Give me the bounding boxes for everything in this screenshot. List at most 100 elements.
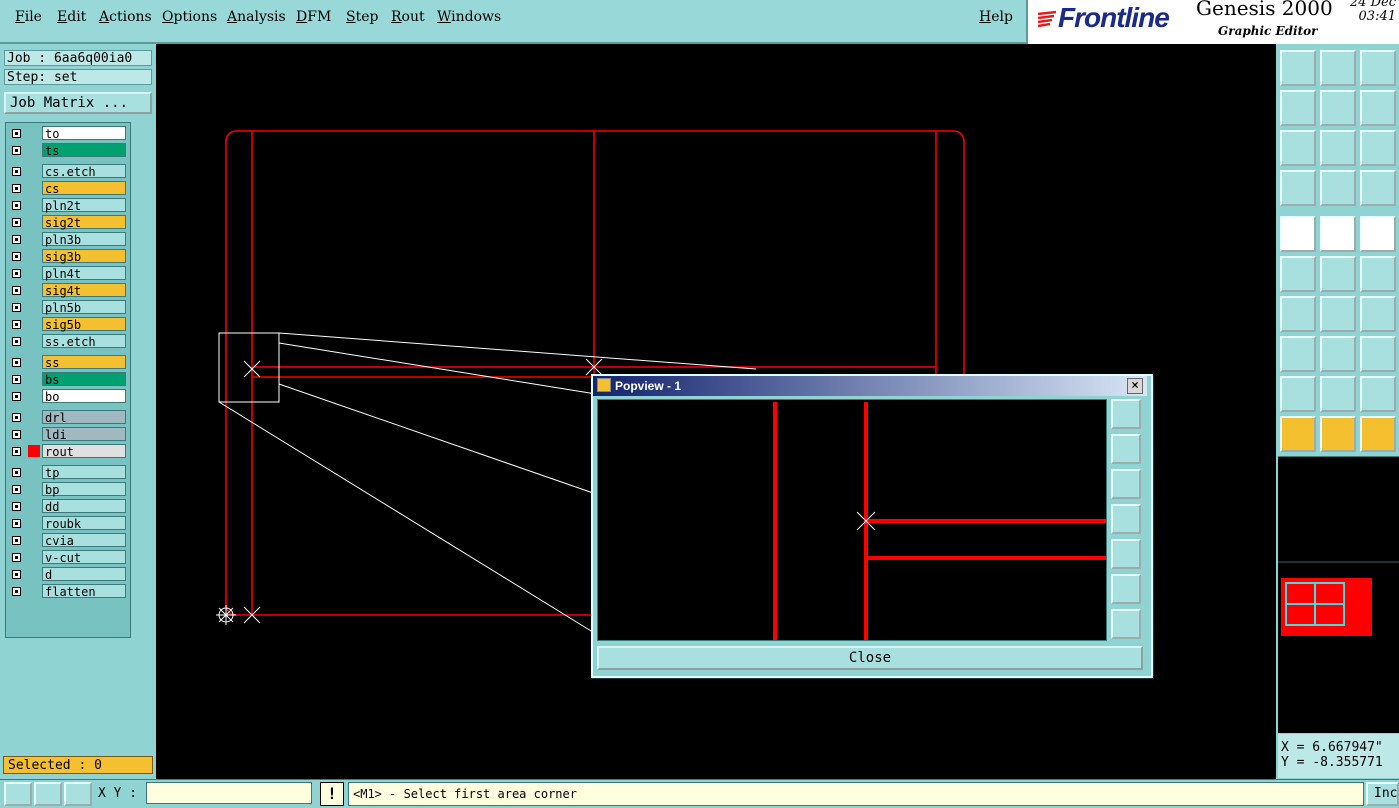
layer-name[interactable]: pln4t [42, 266, 126, 281]
zoom-ratio-icon[interactable] [1360, 130, 1396, 166]
open-icon[interactable] [1280, 50, 1316, 86]
pointer-box-icon[interactable] [1320, 416, 1356, 452]
zoom-window-icon[interactable] [1111, 399, 1141, 429]
measure-tools-icon[interactable] [1280, 170, 1316, 206]
layer-row[interactable]: flatten [8, 584, 128, 599]
dimension-icon[interactable] [1360, 336, 1396, 372]
layer-checkbox[interactable] [12, 553, 21, 562]
overview-map[interactable] [1278, 456, 1399, 733]
layer-row[interactable]: rout [8, 444, 128, 459]
layer-name[interactable]: sig4t [42, 283, 126, 298]
grid-icon[interactable] [1320, 170, 1356, 206]
popview-canvas[interactable] [597, 399, 1107, 641]
layer-name[interactable]: bp [42, 482, 126, 497]
segment-icon[interactable] [1320, 336, 1356, 372]
layer-name[interactable]: pln5b [42, 300, 126, 315]
message-icon[interactable]: ! [320, 782, 344, 806]
layer-checkbox[interactable] [12, 502, 21, 511]
snap-mode-icon[interactable] [4, 782, 32, 806]
layer-row[interactable]: d [8, 567, 128, 582]
triangle-b-icon[interactable] [1320, 376, 1356, 412]
layer-row[interactable]: pln3b [8, 232, 128, 247]
layer-row[interactable]: cvia [8, 533, 128, 548]
layer-checkbox[interactable] [12, 235, 21, 244]
layer-checkbox[interactable] [12, 129, 21, 138]
pan-right-icon[interactable] [1320, 90, 1356, 126]
layer-checkbox[interactable] [12, 392, 21, 401]
rotate-icon[interactable] [1360, 90, 1396, 126]
layer-checkbox[interactable] [12, 587, 21, 596]
layer-checkbox[interactable] [12, 286, 21, 295]
layer-checkbox[interactable] [12, 468, 21, 477]
layer-name[interactable]: sig2t [42, 215, 126, 230]
zoom-out-icon[interactable] [1111, 609, 1141, 639]
layer-row[interactable]: bp [8, 482, 128, 497]
layer-name[interactable]: ts [42, 143, 126, 158]
job-matrix-button[interactable]: Job Matrix ... [4, 92, 152, 114]
close-icon[interactable]: × [1127, 378, 1143, 394]
line-tool-icon[interactable] [1320, 296, 1356, 332]
pan-left-icon[interactable] [1111, 504, 1141, 534]
ruler-icon[interactable] [1360, 216, 1396, 252]
layer-name[interactable]: cvia [42, 533, 126, 548]
pan-down-icon[interactable] [1111, 469, 1141, 499]
layer-row[interactable]: roubk [8, 516, 128, 531]
layer-row[interactable]: to [8, 126, 128, 141]
layer-row[interactable]: cs [8, 181, 128, 196]
layer-row[interactable]: drl [8, 410, 128, 425]
layer-row[interactable]: ldi [8, 427, 128, 442]
layer-checkbox[interactable] [12, 358, 21, 367]
layer-checkbox[interactable] [12, 570, 21, 579]
layer-row[interactable]: ss [8, 355, 128, 370]
layer-name[interactable]: flatten [42, 584, 126, 599]
draw-line-icon[interactable] [1320, 216, 1356, 252]
triangle-a-icon[interactable] [1280, 376, 1316, 412]
menu-file[interactable]: File [15, 9, 42, 25]
layer-name[interactable]: to [42, 126, 126, 141]
layer-row[interactable]: cs.etch [8, 164, 128, 179]
layer-name[interactable]: sig5b [42, 317, 126, 332]
layer-name[interactable]: drl [42, 410, 126, 425]
layer-name[interactable]: bs [42, 372, 126, 387]
layer-checkbox[interactable] [12, 430, 21, 439]
layer-row[interactable]: sig3b [8, 249, 128, 264]
xy-input[interactable] [146, 782, 312, 804]
layer-row[interactable]: v-cut [8, 550, 128, 565]
layer-checkbox[interactable] [12, 337, 21, 346]
layer-name[interactable]: d [42, 567, 126, 582]
layer-row[interactable]: pln4t [8, 266, 128, 281]
layer-checkbox[interactable] [12, 218, 21, 227]
menu-analysis[interactable]: Analysis [227, 9, 286, 25]
layer-row[interactable]: pln2t [8, 198, 128, 213]
pad-icon[interactable] [1280, 336, 1316, 372]
layer-checkbox[interactable] [12, 413, 21, 422]
layer-checkbox[interactable] [12, 201, 21, 210]
inc-button[interactable]: Inc [1366, 782, 1399, 806]
layer-name[interactable]: cs.etch [42, 164, 126, 179]
layer-row[interactable]: pln5b [8, 300, 128, 315]
popview-close-button[interactable]: Close [597, 646, 1143, 670]
delete-node-icon[interactable] [1320, 256, 1356, 292]
layer-name[interactable]: tp [42, 465, 126, 480]
layer-row[interactable]: bo [8, 389, 128, 404]
layer-row[interactable]: ss.etch [8, 334, 128, 349]
layer-checkbox[interactable] [12, 519, 21, 528]
move-node-icon[interactable] [1360, 256, 1396, 292]
layer-checkbox[interactable] [12, 269, 21, 278]
zoom-fit-icon[interactable] [1280, 130, 1316, 166]
layer-checkbox[interactable] [12, 375, 21, 384]
save-icon[interactable] [1320, 50, 1356, 86]
layer-checkbox[interactable] [12, 252, 21, 261]
layer-name[interactable]: sig3b [42, 249, 126, 264]
layer-name[interactable]: dd [42, 499, 126, 514]
layer-name[interactable]: v-cut [42, 550, 126, 565]
pan-right-icon[interactable] [1111, 539, 1141, 569]
layer-name[interactable]: roubk [42, 516, 126, 531]
menu-actions[interactable]: Actions [99, 9, 152, 25]
angle-mode-icon[interactable] [34, 782, 62, 806]
layer-row[interactable]: sig2t [8, 215, 128, 230]
layer-name[interactable]: pln3b [42, 232, 126, 247]
layer-checkbox[interactable] [12, 320, 21, 329]
menu-windows[interactable]: Windows [437, 9, 501, 25]
menu-rout[interactable]: Rout [391, 9, 425, 25]
